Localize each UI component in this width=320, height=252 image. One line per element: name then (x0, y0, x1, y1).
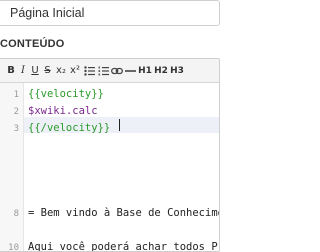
link-icon (111, 67, 123, 74)
page-title-input[interactable]: Página Inicial (0, 0, 220, 26)
underline-button[interactable]: U (29, 63, 41, 79)
unordered-list-icon (83, 65, 95, 76)
text-cursor (119, 119, 120, 131)
ordered-list-icon (98, 66, 109, 75)
line-number: 2 (13, 107, 19, 117)
line-number: 8 (13, 209, 19, 219)
subscript-button[interactable]: x₂ (54, 63, 68, 79)
link-button[interactable] (110, 63, 124, 79)
h1-button[interactable]: H1 (137, 63, 153, 79)
line-number: 10 (8, 243, 19, 252)
line-number: 3 (13, 124, 19, 134)
line-number-gutter: 1 2 3 8 10 (0, 83, 24, 251)
code-line[interactable]: $xwiki.calc (28, 105, 219, 117)
h2-button[interactable]: H2 (153, 63, 169, 79)
strikethrough-button[interactable]: S (41, 63, 54, 79)
bold-button[interactable]: B (5, 63, 17, 79)
h3-button[interactable]: H3 (169, 63, 185, 79)
ordered-list-button[interactable] (96, 63, 110, 79)
horizontal-rule-button[interactable] (124, 63, 137, 79)
unordered-list-button[interactable] (82, 63, 96, 79)
content-editor[interactable]: B I U S x₂ x² H1 H2 H3 1 2 3 8 10 {{velo… (0, 58, 220, 252)
line-number: 1 (13, 90, 19, 100)
superscript-button[interactable]: x² (68, 63, 82, 79)
code-line[interactable]: = Bem vindo à Base de Conhecimento = (28, 207, 219, 219)
content-section-label: CONTEÚDO (0, 38, 65, 50)
code-line[interactable]: Aqui você poderá achar todos Procediment… (28, 241, 219, 251)
editor-toolbar: B I U S x₂ x² H1 H2 H3 (0, 59, 219, 83)
code-line[interactable]: {{/velocity}} (28, 122, 219, 134)
italic-button[interactable]: I (17, 63, 29, 79)
horizontal-rule-icon (125, 69, 136, 72)
code-line[interactable]: {{velocity}} (28, 88, 219, 100)
